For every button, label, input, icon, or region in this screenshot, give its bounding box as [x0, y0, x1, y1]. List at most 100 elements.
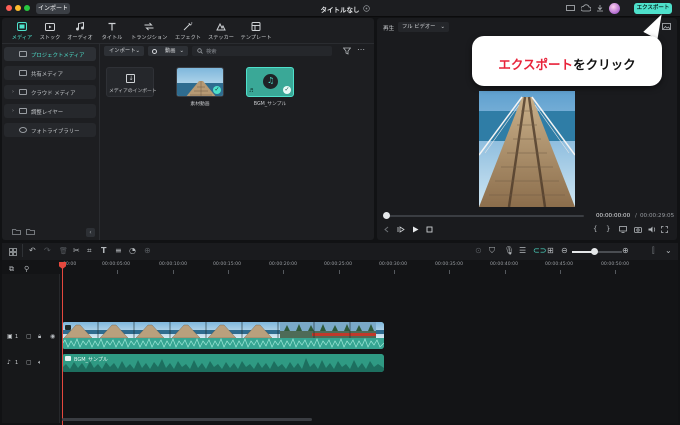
tab-templates[interactable]: テンプレート [238, 18, 274, 44]
tab-stickers[interactable]: ステッカー [203, 18, 239, 44]
filter-funnel-icon[interactable] [343, 47, 351, 55]
sidebar-item-photo-library[interactable]: フォトライブラリー [4, 123, 96, 137]
microphone-icon[interactable]: 🎙 [504, 246, 514, 255]
timeline-ruler[interactable]: 00:00 00:00:05:00 00:00:10:00 00:00:15:0… [62, 262, 678, 274]
mark-out-icon[interactable]: } [606, 225, 610, 233]
playback-scrubber[interactable] [384, 215, 584, 217]
video-track-icon: ▣ [7, 333, 13, 340]
tab-titles[interactable]: タイトル [94, 18, 130, 44]
speaker-icon[interactable]: 🔈︎ [38, 359, 42, 367]
transition-icon [144, 22, 155, 33]
media-thumbnail-video[interactable]: ✓ [176, 67, 224, 97]
folder-icon[interactable]: ▢ [26, 359, 32, 366]
filter-dropdown[interactable]: 動画 ⌄ [148, 46, 188, 56]
new-folder-icon[interactable] [12, 228, 21, 235]
tab-effects[interactable]: エフェクト [170, 18, 206, 44]
stock-icon [45, 22, 55, 33]
color-icon[interactable]: ◔ [129, 246, 136, 255]
monitor-icon[interactable] [566, 5, 575, 12]
lock-icon[interactable]: 🔒︎ [38, 333, 41, 341]
audio-adjust-icon[interactable]: ≡ [115, 246, 122, 255]
fullscreen-icon[interactable] [661, 226, 668, 233]
chevron-right-icon[interactable]: › [12, 89, 14, 95]
chevron-right-icon[interactable]: › [12, 108, 14, 114]
volume-icon[interactable] [648, 226, 656, 233]
redo-icon[interactable]: ↷ [44, 246, 51, 255]
zoom-slider-handle[interactable] [591, 248, 598, 255]
more-menu-icon[interactable]: ⌄ [665, 246, 672, 255]
crop-icon[interactable]: ⌗ [87, 246, 92, 256]
folder-icon [19, 89, 27, 95]
cloud-icon[interactable] [581, 4, 591, 12]
media-icon [17, 22, 27, 33]
project-title: タイトルなし [320, 6, 360, 14]
collapse-sidebar-button[interactable]: ‹ [86, 228, 95, 237]
ruler-label: 00:00:10:00 [159, 262, 188, 267]
folder-icon[interactable] [26, 228, 35, 235]
zoom-out-icon[interactable]: ⊖ [561, 246, 568, 255]
import-media-label: メディアのインポート [109, 89, 157, 94]
split-scissors-icon[interactable]: ✂ [73, 246, 80, 255]
sidebar-item-project-media[interactable]: プロジェクトメディア [4, 47, 96, 61]
audio-clip[interactable]: BGM_サンプル [62, 354, 384, 372]
speed-icon[interactable]: ⊕ [144, 246, 151, 255]
media-thumbnail-audio[interactable]: ♫ ♬ ✓ [246, 67, 294, 97]
sidebar-item-shared-media[interactable]: 共有メディア [4, 66, 96, 80]
close-window-button[interactable] [6, 5, 12, 11]
playhead-line[interactable] [62, 262, 63, 425]
folder-icon [19, 51, 27, 57]
sidebar-item-label: プロジェクトメディア [31, 53, 85, 59]
columns-icon[interactable]: ⫿ [652, 246, 655, 256]
text-icon[interactable]: T [101, 246, 106, 255]
list-icon[interactable]: ☰ [519, 246, 526, 255]
info-icon[interactable] [363, 5, 370, 12]
media-tab-bar: メディア ストック オーディオ タイトル トランジション エフェクト ステッカー… [2, 18, 374, 44]
link-icon[interactable]: ⚲ [24, 265, 29, 273]
play-icon[interactable] [412, 226, 419, 233]
ruler-label: 00:00:45:00 [545, 262, 574, 267]
video-clip-icon [65, 325, 71, 330]
zoom-in-icon[interactable]: ⊕ [622, 246, 629, 255]
delete-icon[interactable]: 🗑 [59, 247, 68, 255]
tab-audio[interactable]: オーディオ [62, 18, 98, 44]
sidebar-item-adjustment-layer[interactable]: › 調整レイヤー [4, 104, 96, 118]
timeline-scrollbar[interactable] [62, 418, 312, 421]
music-note-icon [76, 21, 85, 33]
quality-dropdown[interactable]: フル ビデオー ⌄ [398, 22, 449, 32]
download-icon[interactable] [596, 4, 604, 12]
tab-transitions[interactable]: トランジション [131, 18, 167, 44]
user-avatar[interactable] [609, 3, 620, 14]
video-clip[interactable] [62, 322, 384, 349]
tab-effects-label: エフェクト [175, 35, 201, 41]
scrubber-handle[interactable] [383, 212, 390, 219]
step-back-icon[interactable] [397, 226, 405, 233]
auto-ripple-icon[interactable]: ⊞ [547, 246, 554, 255]
sidebar-item-cloud-media[interactable]: › クラウド メディア [4, 85, 96, 99]
current-time: 00:00:00:00 [596, 213, 631, 219]
camera-snapshot-icon[interactable] [634, 226, 642, 233]
sidebar-item-label: クラウド メディア [31, 91, 76, 97]
import-tab[interactable]: インポート [36, 3, 70, 14]
shield-icon[interactable]: ⛉ [489, 246, 495, 256]
maximize-window-button[interactable] [24, 5, 30, 11]
magnet-snap-icon[interactable]: ⊂⊃ [533, 246, 546, 255]
added-check-icon: ✓ [213, 86, 221, 94]
photo-library-icon [19, 127, 27, 133]
add-track-icon[interactable]: ⧉ [9, 265, 14, 274]
layout-grid-icon[interactable] [9, 248, 17, 256]
stop-icon[interactable] [426, 226, 433, 233]
import-dropdown[interactable]: インポート ⌄ [104, 46, 144, 56]
eye-icon[interactable]: ◉ [50, 333, 55, 340]
import-media-tile[interactable]: ↓ メディアのインポート [106, 67, 157, 97]
mark-in-icon[interactable]: { [593, 225, 597, 233]
render-icon[interactable]: ⊙ [475, 246, 482, 255]
ruler-label: 00:00:15:00 [213, 262, 242, 267]
minimize-window-button[interactable] [15, 5, 21, 11]
more-options-icon[interactable]: ⋯ [357, 45, 365, 54]
undo-icon[interactable]: ↶ [29, 246, 36, 255]
previous-frame-icon[interactable] [383, 226, 390, 233]
filter-icon [152, 48, 157, 54]
video-preview[interactable] [478, 91, 576, 208]
display-icon[interactable] [619, 226, 627, 233]
folder-icon[interactable]: ▢ [26, 333, 32, 340]
